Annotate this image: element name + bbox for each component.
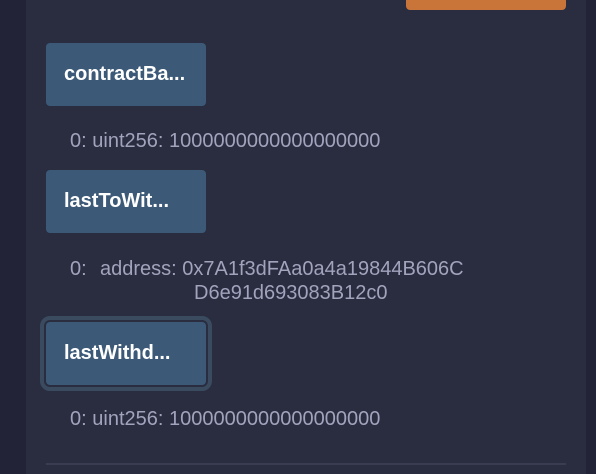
address-line-1: 0x7A1f3dFAa0a4a19844B606C — [182, 258, 464, 280]
section-divider — [46, 463, 566, 465]
remix-deploy-panel: contractBa... 0: uint256: 10000000000000… — [0, 0, 596, 474]
scrollbar-track[interactable] — [586, 0, 596, 474]
result-index: 0: — [70, 258, 87, 280]
last-to-withdraw-result: 0: address: 0x7A1f3dFAa0a4a19844B606C D6… — [70, 257, 464, 305]
address-line-2: D6e91d693083B12c0 — [194, 282, 388, 304]
result-value: uint256: 1000000000000000000 — [92, 408, 381, 430]
result-value: uint256: 1000000000000000000 — [92, 130, 381, 152]
result-type-label: address: — [100, 258, 183, 280]
left-sidebar-edge — [0, 0, 26, 474]
address-value: address: 0x7A1f3dFAa0a4a19844B606C — [100, 257, 464, 281]
transact-button[interactable] — [406, 0, 566, 10]
last-withdraw-result: 0: uint256: 1000000000000000000 — [70, 407, 380, 431]
result-index: 0: — [70, 130, 87, 152]
contract-balance-result: 0: uint256: 1000000000000000000 — [70, 129, 380, 153]
call-last-withdraw-button[interactable]: lastWithd... — [40, 316, 212, 391]
call-contract-balance-button[interactable]: contractBa... — [46, 43, 206, 106]
result-index: 0: — [70, 408, 87, 430]
call-last-to-withdraw-button[interactable]: lastToWit... — [46, 170, 206, 233]
